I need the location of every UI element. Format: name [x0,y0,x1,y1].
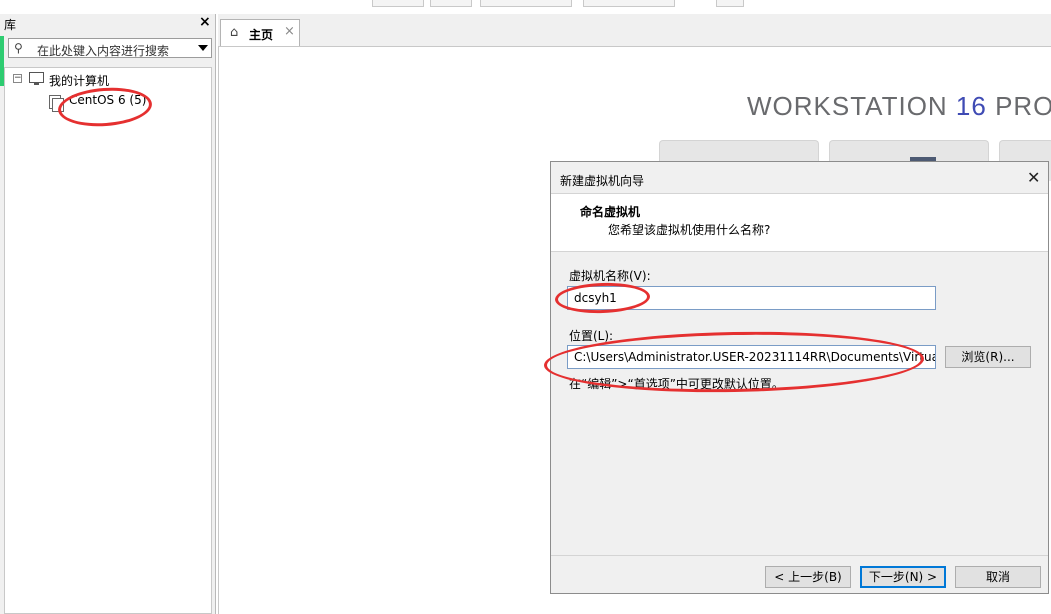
toolbar-button[interactable] [480,0,572,7]
tab-bar: ⌂ 主页 × [218,14,1051,47]
vm-name-label: 虚拟机名称(V): [569,269,651,283]
search-input[interactable]: ⚲ 在此处键入内容进行搜索 [8,38,212,58]
dialog-subheading: 您希望该虚拟机使用什么名称? [608,223,771,237]
toolbar-button[interactable] [430,0,472,7]
brand-version: 16 [955,91,987,121]
close-icon[interactable]: × [199,15,211,29]
tree-item-vm[interactable]: CentOS 6 (5) [69,93,146,107]
computer-icon [29,72,44,85]
tab-home[interactable]: ⌂ 主页 × [220,19,300,46]
next-button[interactable]: 下一步(N) > [860,566,946,588]
vm-icon [49,95,64,112]
new-vm-wizard-dialog: 新建虚拟机向导 ✕ 命名虚拟机 您希望该虚拟机使用什么名称? 虚拟机名称(V):… [550,161,1049,594]
search-placeholder: 在此处键入内容进行搜索 [37,44,170,58]
tree-item-my-computer[interactable]: 我的计算机 [49,72,109,89]
back-button[interactable]: < 上一步(B) [765,566,851,588]
collapse-icon[interactable]: − [13,74,22,83]
dialog-header: 命名虚拟机 您希望该虚拟机使用什么名称? [551,193,1048,252]
location-hint: 在“编辑”>“首选项”中可更改默认位置。 [569,377,784,391]
location-label: 位置(L): [569,329,614,343]
dialog-heading: 命名虚拟机 [580,205,641,219]
search-icon: ⚲ [14,41,23,55]
library-panel: 库 × ⚲ 在此处键入内容进行搜索 − 我的计算机 CentOS 6 (5) [0,14,216,614]
location-input[interactable]: C:\Users\Administrator.USER-20231114RR\D… [567,345,936,369]
dialog-divider [551,555,1048,556]
toolbar-button[interactable] [583,0,675,7]
toolbar-button[interactable] [716,0,744,7]
cancel-button[interactable]: 取消 [955,566,1041,588]
library-tree: − 我的计算机 CentOS 6 (5) [4,67,212,614]
brand-prefix: WORKSTATION [747,91,956,121]
library-title: 库 [4,18,17,32]
tab-close-icon[interactable]: × [284,24,295,39]
product-logo: WORKSTATION 16 PRO [747,91,1051,122]
close-icon[interactable]: ✕ [1027,168,1040,187]
browse-button[interactable]: 浏览(R)... [945,346,1031,368]
toolbar-button[interactable] [372,0,424,7]
main-toolbar [0,0,1051,14]
brand-suffix: PRO [986,91,1051,121]
home-icon: ⌂ [230,25,239,40]
chevron-down-icon[interactable] [198,45,208,51]
tab-label: 主页 [249,28,274,42]
dialog-title: 新建虚拟机向导 [560,174,645,188]
vm-name-input[interactable]: dcsyh1 [567,286,936,310]
